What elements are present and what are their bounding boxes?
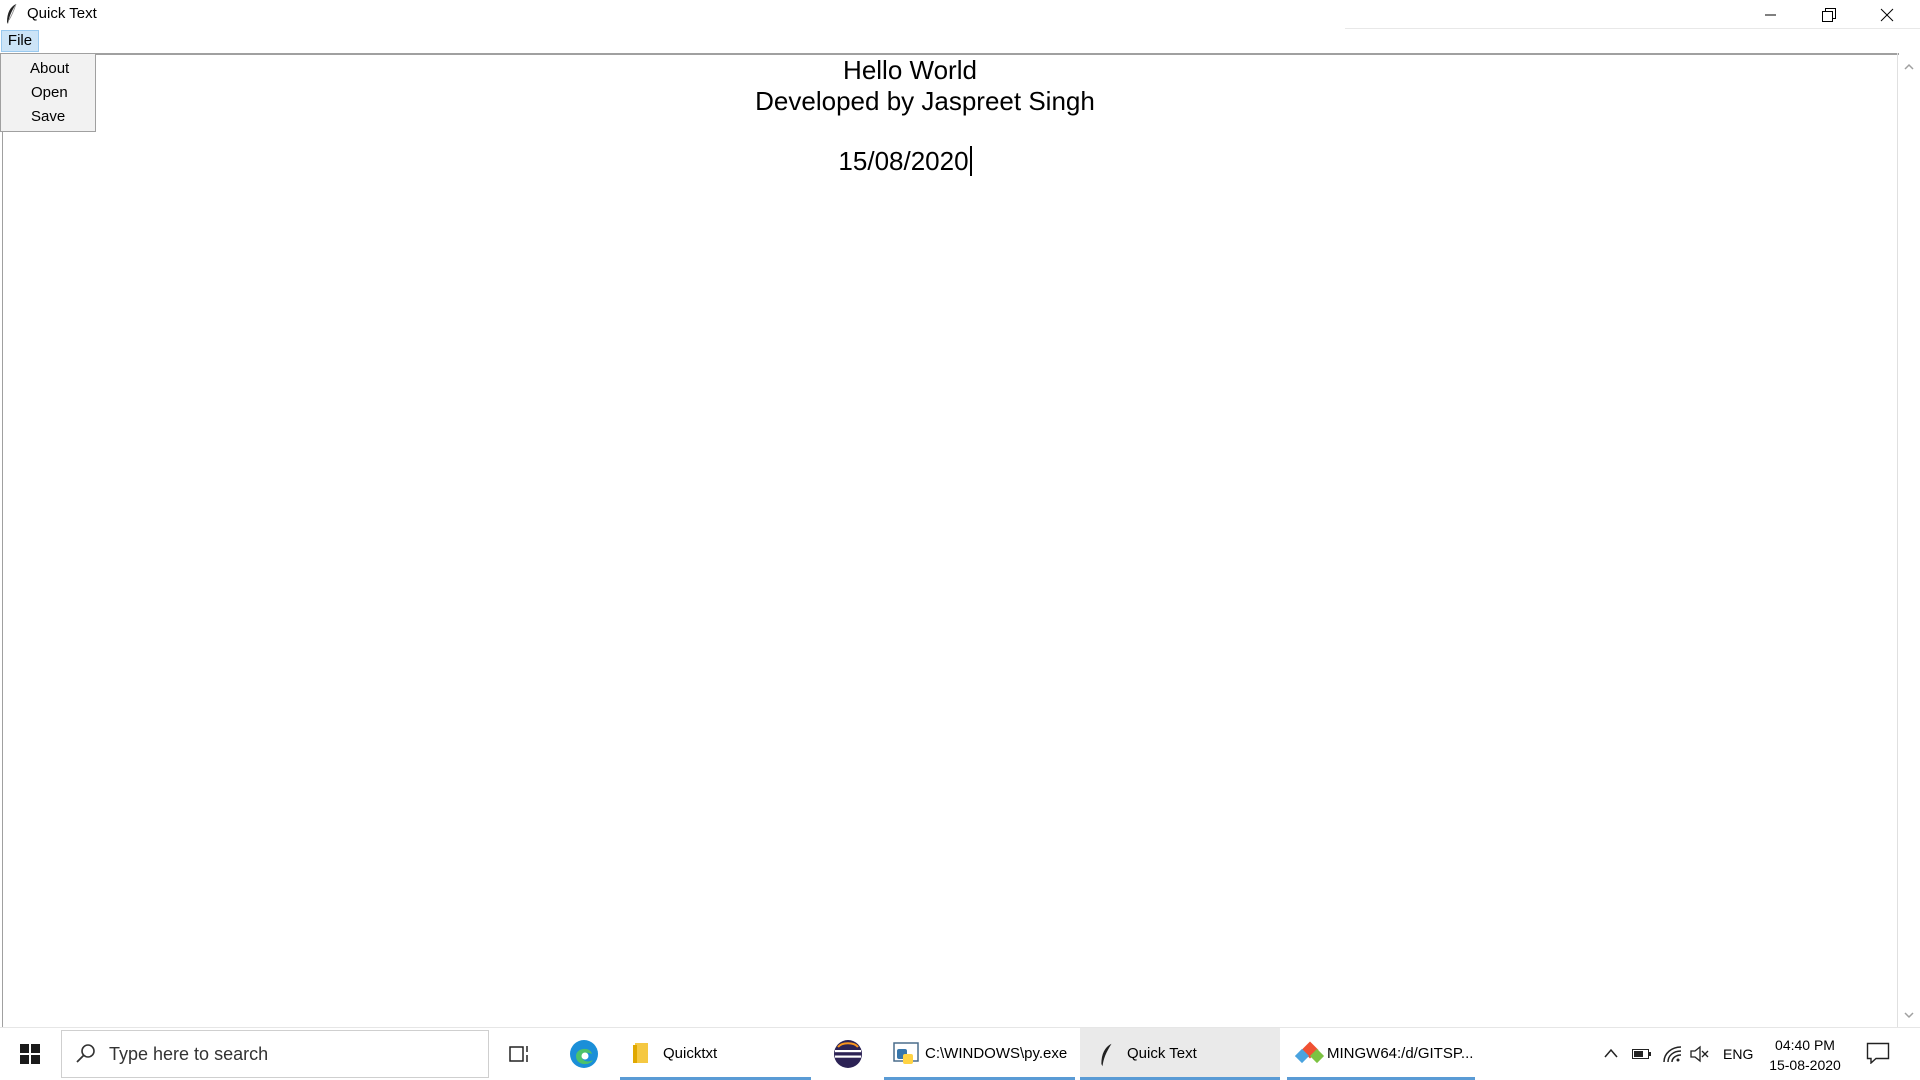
close-button[interactable] [1858, 0, 1916, 29]
python-icon [893, 1042, 919, 1064]
battery-icon[interactable] [1632, 1048, 1652, 1060]
menu-item-open[interactable]: Open [2, 82, 94, 104]
task-view-icon [509, 1046, 528, 1062]
taskbar-app-eclipse[interactable] [826, 1028, 870, 1080]
clock-date: 15-08-2020 [1769, 1057, 1841, 1073]
clock[interactable]: 04:40 PM 15-08-2020 [1760, 1035, 1850, 1075]
window-title: Quick Text [27, 5, 97, 22]
text-cursor [969, 146, 972, 176]
title-bar[interactable]: Quick Text [0, 0, 1920, 29]
taskbar-search-box[interactable]: Type here to search [61, 1030, 489, 1078]
menu-item-about[interactable]: About [2, 58, 94, 80]
feather-icon [1101, 1043, 1112, 1067]
close-icon [1880, 8, 1894, 21]
frame-border-left [2, 53, 3, 1027]
taskbar-app-py-exe[interactable]: C:\WINDOWS\py.exe [884, 1028, 1075, 1080]
taskbar-app-quick-text[interactable]: Quick Text [1080, 1028, 1280, 1080]
edge-taskbar-button[interactable] [562, 1028, 606, 1080]
start-button[interactable] [0, 1028, 60, 1080]
text-area[interactable]: Hello World Developed by Jaspreet Singh … [0, 53, 1920, 1027]
file-dropdown-menu: About Open Save [0, 53, 96, 132]
search-icon [76, 1044, 95, 1063]
scroll-down-icon[interactable] [1903, 1009, 1915, 1021]
text-line-3: 15/08/2020 [0, 146, 1810, 177]
windows-logo-icon [20, 1044, 40, 1064]
vertical-scrollbar[interactable] [1898, 55, 1920, 1027]
feather-icon [7, 3, 17, 24]
minimize-icon [1765, 14, 1776, 15]
notification-icon[interactable] [1866, 1042, 1890, 1064]
text-line-3-value: 15/08/2020 [838, 146, 969, 176]
taskbar: Type here to search Quicktxt C:\WINDOWS\… [0, 1027, 1920, 1080]
wifi-icon[interactable] [1662, 1045, 1682, 1063]
menu-file[interactable]: File [1, 30, 39, 52]
taskbar-app-mingw64[interactable]: MINGW64:/d/GITSP... [1287, 1028, 1475, 1080]
restore-icon [1822, 7, 1836, 22]
eclipse-icon [834, 1040, 862, 1068]
restore-button[interactable] [1800, 0, 1858, 29]
search-placeholder: Type here to search [109, 1044, 269, 1064]
scroll-up-icon[interactable] [1903, 61, 1915, 73]
clock-time: 04:40 PM [1775, 1037, 1835, 1053]
text-line-2: Developed by Jaspreet Singh [755, 86, 1095, 116]
menu-item-save[interactable]: Save [2, 106, 94, 128]
task-view-button[interactable] [500, 1028, 540, 1080]
volume-muted-icon[interactable] [1690, 1045, 1710, 1063]
language-indicator[interactable]: ENG [1723, 1046, 1753, 1062]
taskbar-app-quicktxt[interactable]: Quicktxt [620, 1028, 811, 1080]
text-line-1: Hello World [843, 55, 977, 85]
menu-bar: File [0, 29, 1920, 53]
folder-icon [633, 1043, 648, 1063]
git-icon [1295, 1041, 1325, 1064]
chevron-up-icon[interactable] [1603, 1047, 1619, 1059]
edge-browser-icon [570, 1040, 598, 1068]
minimize-button[interactable] [1742, 0, 1800, 29]
